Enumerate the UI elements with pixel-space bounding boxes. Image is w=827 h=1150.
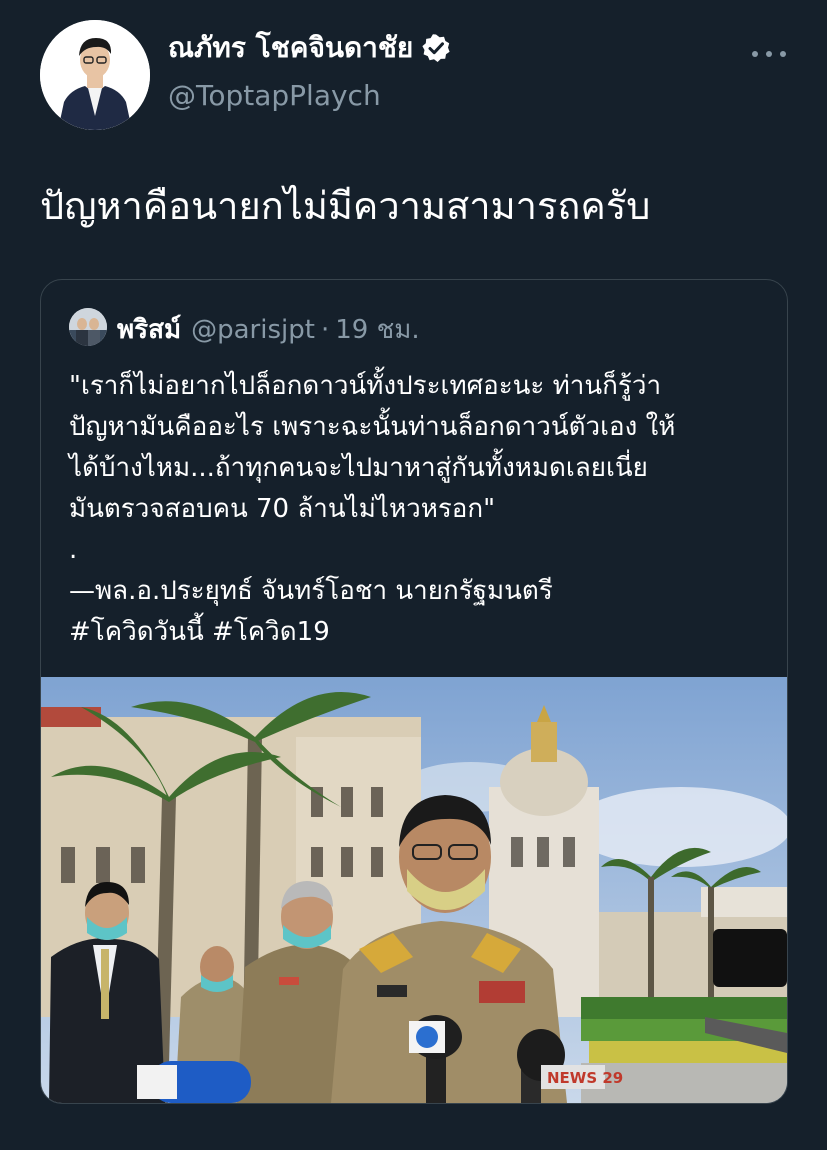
hashtags-line[interactable]: #โควิดวันนี้ #โควิด19 <box>69 612 769 653</box>
quoted-media-image[interactable]: NEWS 29 <box>41 677 787 1103</box>
more-dot <box>780 51 786 57</box>
press-photo: NEWS 29 <box>41 677 787 1103</box>
more-dot <box>766 51 772 57</box>
quoted-text-line: —พล.อ.ประยุทธ์ จันทร์โอชา นายกรัฐมนตรี <box>69 576 553 606</box>
quoted-text: "เราก็ไม่อยากไปล็อกดาวน์ทั้งประเทศอะนะ ท… <box>69 366 769 653</box>
author-display-name[interactable]: ณภัทร โชคจินดาชัย <box>168 30 413 66</box>
author-avatar[interactable] <box>40 20 150 130</box>
avatar-image <box>40 20 150 130</box>
tweet-text: ปัญหาคือนายกไม่มีความสามารถครับ <box>40 184 651 228</box>
verified-badge-icon <box>422 34 450 62</box>
quoted-text-line: มันตรวจสอบคน 70 ล้านไม่ไหวหรอก" <box>69 494 496 524</box>
quoted-timestamp[interactable]: 19 ชม. <box>335 309 419 350</box>
author-handle[interactable]: @ToptapPlaych <box>168 78 381 114</box>
quoted-text-line: ปัญหามันคืออะไร เพราะฉะนั้นท่านล็อกดาวน์… <box>69 412 676 442</box>
quoted-header: พริสม์ @parisjpt · 19 ชม. <box>117 309 420 350</box>
quoted-text-line: . <box>69 535 78 565</box>
quoted-separator: · <box>320 315 330 345</box>
quoted-tweet[interactable]: พริสม์ @parisjpt · 19 ชม. "เราก็ไม่อยากไ… <box>40 279 788 1104</box>
quoted-avatar-image <box>69 308 107 346</box>
quoted-text-line: ได้บ้างไหม...ถ้าทุกคนจะไปมาหาสู่กันทั้งห… <box>69 453 648 483</box>
tweet-card: ณภัทร โชคจินดาชัย @ToptapPlaych ปัญหาคือ… <box>0 0 827 1150</box>
more-options-icon[interactable] <box>752 44 786 64</box>
quoted-handle[interactable]: @parisjpt <box>191 315 315 345</box>
more-dot <box>752 51 758 57</box>
mic-news-label: NEWS 29 <box>547 1069 623 1087</box>
quoted-author-avatar[interactable] <box>69 308 107 346</box>
quoted-display-name[interactable]: พริสม์ <box>117 309 181 350</box>
author-name-row[interactable]: ณภัทร โชคจินดาชัย <box>168 30 451 66</box>
quoted-text-line: "เราก็ไม่อยากไปล็อกดาวน์ทั้งประเทศอะนะ ท… <box>69 371 662 401</box>
